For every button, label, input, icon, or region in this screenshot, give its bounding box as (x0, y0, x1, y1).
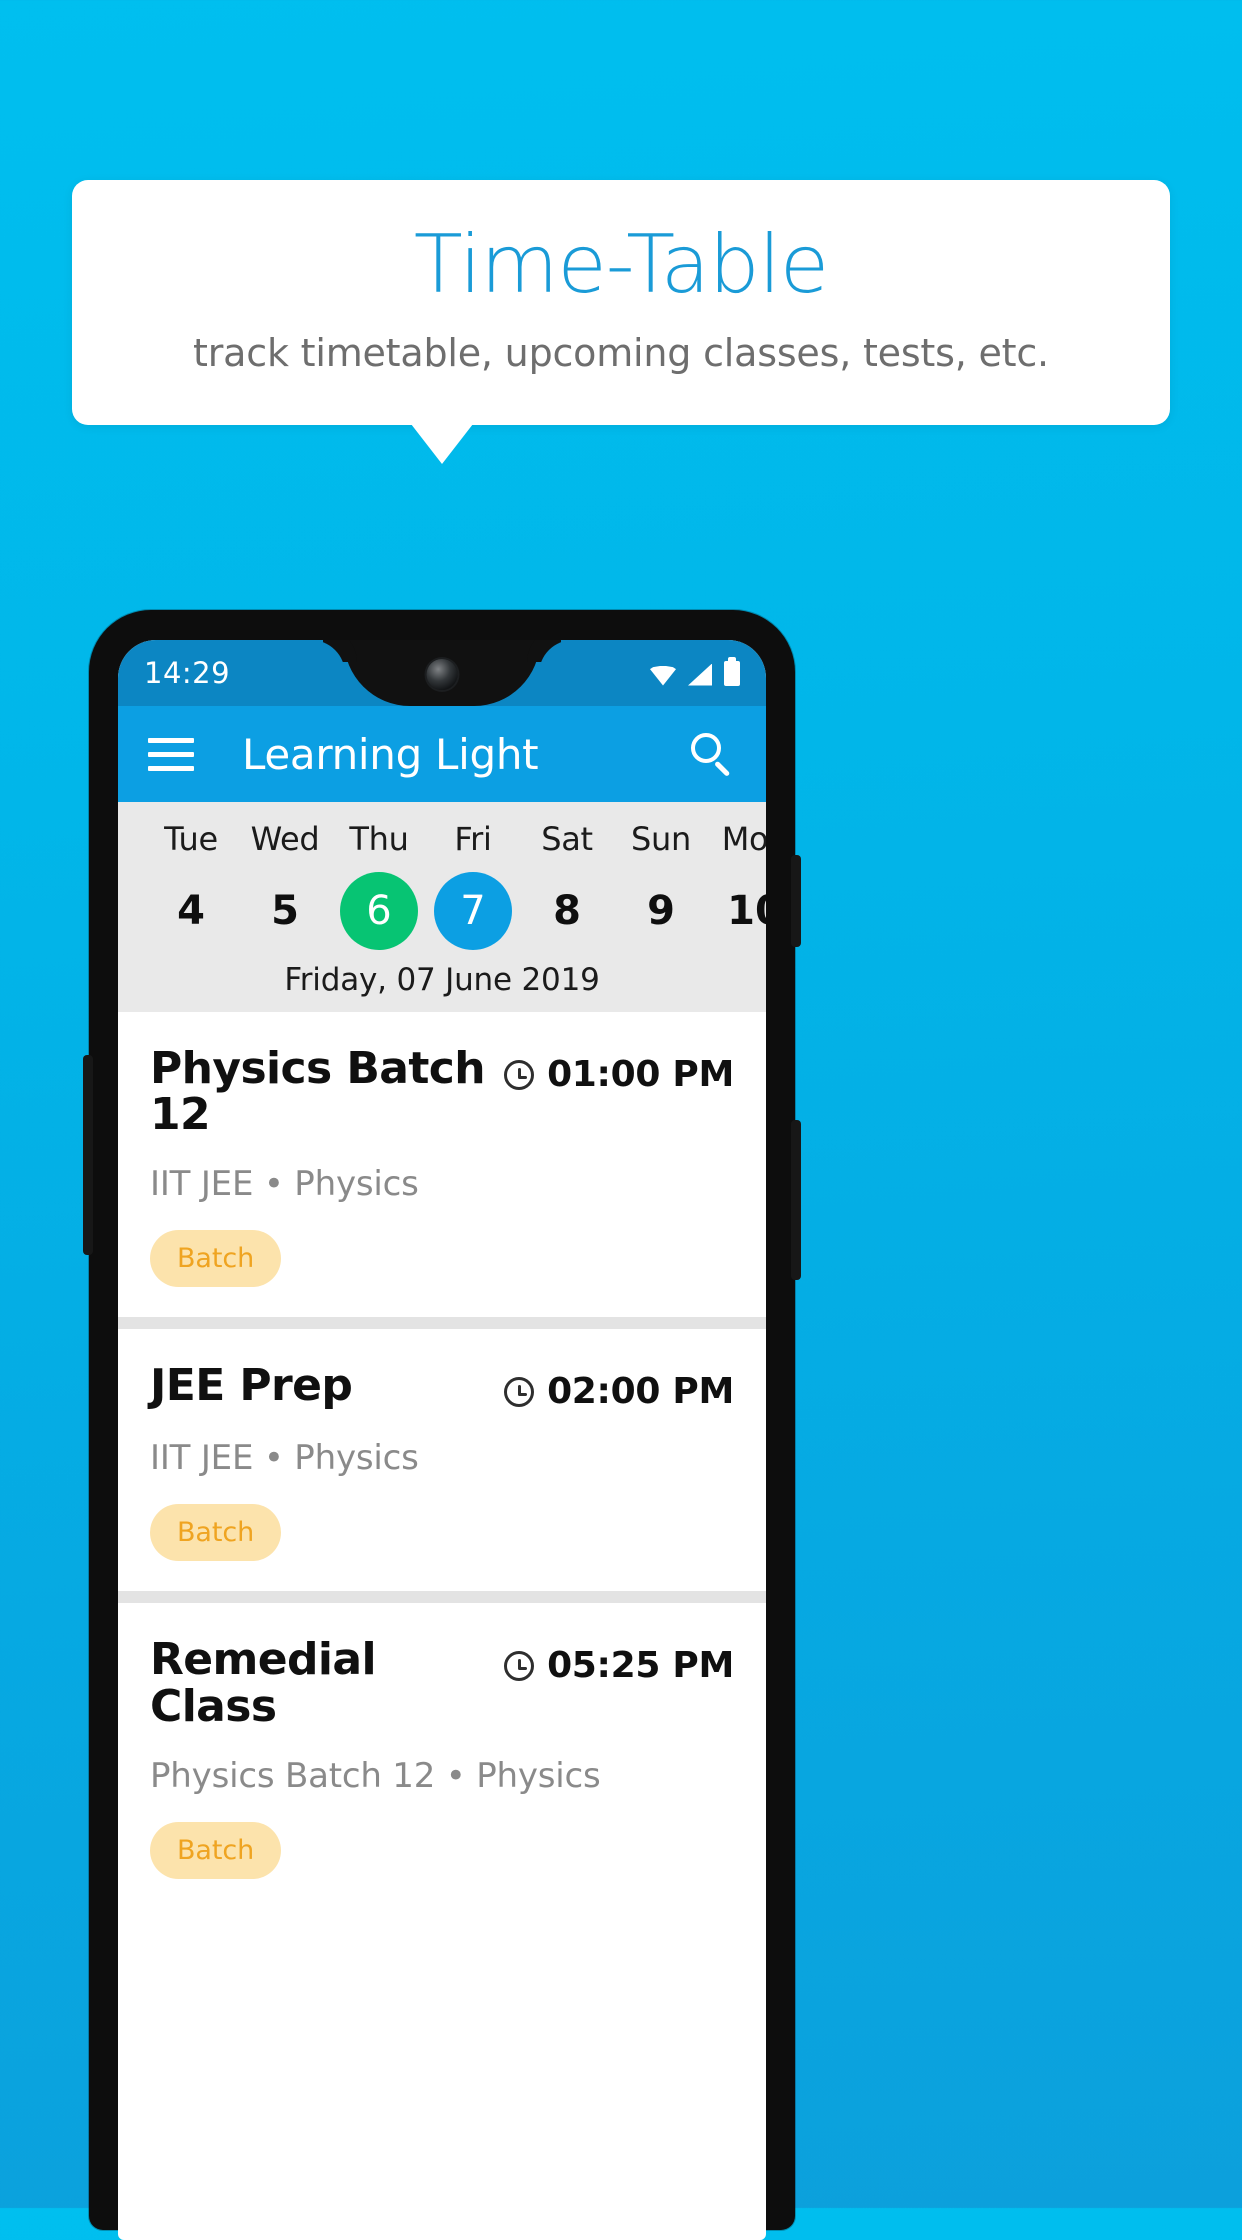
promo-tooltip-arrow (411, 424, 473, 464)
class-card[interactable]: Physics Batch 12 01:00 PM IIT JEE • Physic… (118, 1012, 766, 1318)
class-card-badge-row: Batch (150, 1204, 734, 1288)
clock-icon (504, 1059, 535, 1090)
date-strip-day-number: 8 (553, 888, 581, 934)
selected-date-label: Friday, 07 June 2019 (284, 962, 600, 998)
search-icon-handle (714, 760, 731, 777)
date-strip-day-name: Wed (250, 820, 320, 858)
date-strip-day-number: 9 (647, 888, 675, 934)
status-badge: Batch (150, 1821, 282, 1879)
class-card-header: Physics Batch 12 01:00 PM (150, 1043, 734, 1141)
class-card-badge-row: Batch (150, 1478, 734, 1562)
phone-left-button (83, 1055, 93, 1255)
hamburger-line (148, 765, 194, 771)
class-card-title: Physics Batch 12 (150, 1043, 486, 1141)
promo-tooltip-card: Time-Table track timetable, upcoming cla… (72, 180, 1170, 425)
battery-icon (724, 656, 740, 686)
date-strip-day-number: 10 (727, 888, 766, 934)
hamburger-line (148, 737, 194, 743)
hamburger-line (148, 751, 194, 757)
date-strip-day-name: Sun (631, 820, 691, 858)
promo-title: Time-Table (413, 217, 829, 311)
date-strip-day-wed[interactable]: Wed 5 (238, 820, 332, 950)
class-card-title: JEE Prep (150, 1360, 353, 1412)
front-camera-icon (426, 659, 458, 690)
search-icon[interactable] (688, 730, 736, 778)
signal-icon (688, 663, 712, 686)
phone-mockup: 14:29 Learning Light Tue 4 Wed 5 Thu 6 Fri 7 Sat… (83, 610, 801, 2240)
class-card[interactable]: JEE Prep 02:00 PM IIT JEE • Physics Batch (118, 1329, 766, 1592)
class-card-badge-row: Batch (150, 1796, 734, 1879)
clock-icon (504, 1376, 535, 1407)
clock-icon (504, 1650, 535, 1681)
class-card-time-group: 01:00 PM (504, 1046, 734, 1095)
promo-subtitle: track timetable, upcoming classes, tests… (193, 330, 1049, 375)
class-card-time-group: 02:00 PM (504, 1363, 734, 1412)
date-strip-day-name: Fri (454, 820, 492, 858)
class-card-time: 01:00 PM (547, 1054, 734, 1095)
phone-power-button (791, 855, 801, 947)
class-card-subtitle: Physics Batch 12 • Physics (150, 1755, 601, 1796)
date-strip-day-fri[interactable]: Fri 7 (426, 820, 520, 950)
date-strip-days: Tue 4 Wed 5 Thu 6 Fri 7 Sat 8 Sun 9 Mon 10 (118, 820, 766, 950)
class-card-header: Remedial Class 05:25 PM (150, 1634, 734, 1732)
class-card-header: JEE Prep 02:00 PM (150, 1360, 734, 1413)
date-strip-day-number: 7 (434, 872, 512, 950)
date-strip-day-number: 4 (177, 888, 205, 934)
class-card-title: Remedial Class (150, 1634, 377, 1732)
class-card-time: 02:00 PM (547, 1371, 734, 1413)
class-card[interactable]: Remedial Class 05:25 PM Physics Batch 12 •… (118, 1603, 766, 1909)
date-strip: Tue 4 Wed 5 Thu 6 Fri 7 Sat 8 Sun 9 Mon 10 Friday, 07… (118, 802, 766, 1012)
status-bar-icons (650, 656, 740, 686)
class-list: Physics Batch 12 01:00 PM IIT JEE • Physic… (118, 1012, 766, 1909)
phone-screen: 14:29 Learning Light Tue 4 Wed 5 Thu 6 Fri 7 Sat… (118, 640, 766, 2240)
date-strip-day-number: 5 (271, 888, 299, 934)
date-strip-day-name: Sat (541, 820, 593, 858)
status-badge: Batch (150, 1504, 282, 1562)
status-bar-time: 14:29 (144, 656, 231, 690)
class-card-time-group: 05:25 PM (504, 1637, 734, 1686)
date-strip-day-name: Tue (164, 820, 218, 858)
date-strip-day-mon[interactable]: Mon 10 (708, 820, 766, 950)
search-icon-ring (691, 733, 721, 763)
date-strip-day-sat[interactable]: Sat 8 (520, 820, 614, 950)
hamburger-menu-icon[interactable] (148, 737, 194, 771)
app-bar: Learning Light (118, 706, 766, 802)
date-strip-day-name: Mon (721, 820, 766, 858)
date-strip-day-tue[interactable]: Tue 4 (144, 820, 238, 950)
phone-volume-button (791, 1120, 801, 1280)
app-bar-title: Learning Light (242, 729, 539, 779)
date-strip-day-number: 6 (340, 872, 418, 950)
class-card-subtitle: IIT JEE • Physics (150, 1438, 419, 1479)
wifi-icon (650, 665, 676, 686)
date-strip-day-thu[interactable]: Thu 6 (332, 820, 426, 950)
status-badge: Batch (150, 1230, 282, 1288)
class-card-subtitle: IIT JEE • Physics (150, 1164, 419, 1205)
date-strip-day-name: Thu (349, 820, 409, 858)
date-strip-day-sun[interactable]: Sun 9 (614, 820, 708, 950)
class-card-time: 05:25 PM (547, 1645, 734, 1687)
